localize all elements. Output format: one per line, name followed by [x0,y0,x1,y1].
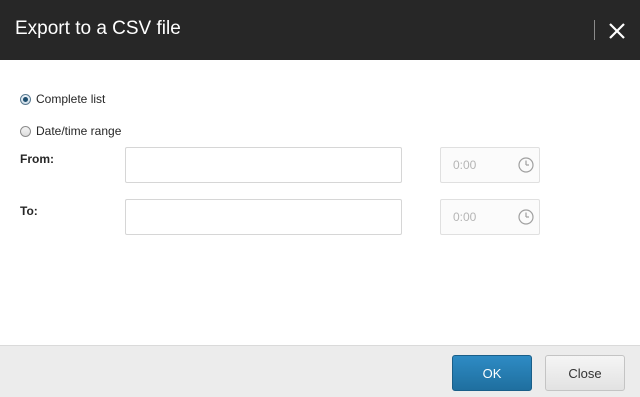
from-time-input[interactable]: 0:00 [440,147,540,183]
radio-complete-list-label: Complete list [36,92,106,106]
from-time-value: 0:00 [453,158,477,172]
dialog-footer: OK Close [0,345,640,397]
radio-complete-list[interactable]: Complete list [20,92,105,106]
from-label: From: [20,152,54,166]
to-time-input[interactable]: 0:00 [440,199,540,235]
to-label: To: [20,204,38,218]
ok-button[interactable]: OK [452,355,532,391]
to-date-input[interactable] [125,199,402,235]
close-button[interactable]: Close [545,355,625,391]
radio-complete-list-button[interactable] [20,93,31,105]
dialog-header: Export to a CSV file [0,0,640,60]
radio-date-range-button[interactable] [20,125,31,137]
dialog-title: Export to a CSV file [15,18,181,39]
from-date-input[interactable] [125,147,402,183]
clock-icon[interactable] [518,209,534,225]
to-time-value: 0:00 [453,210,477,224]
clock-icon[interactable] [518,157,534,173]
radio-date-range-label: Date/time range [36,124,122,138]
close-icon[interactable] [605,19,629,43]
radio-date-range[interactable]: Date/time range [20,124,121,138]
header-divider [594,20,595,40]
